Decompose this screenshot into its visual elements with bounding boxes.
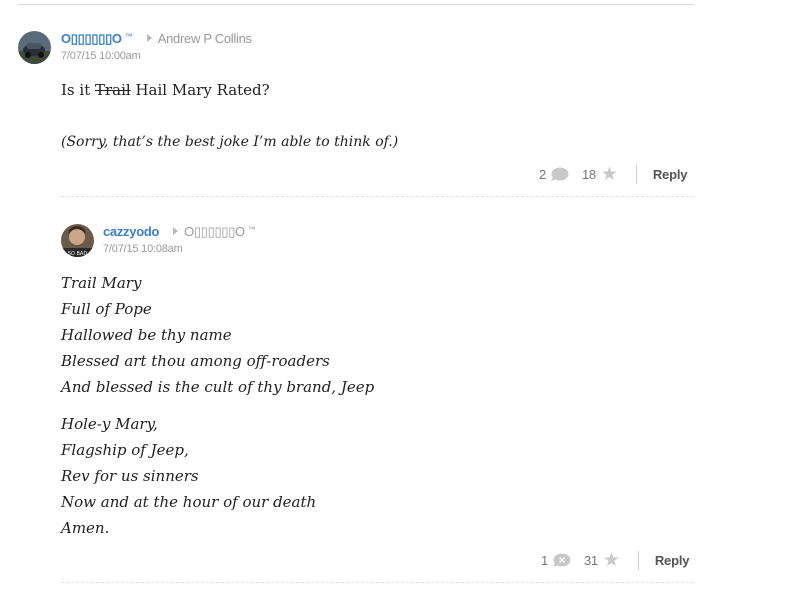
comment-actions: 2 18 ★ Reply bbox=[539, 165, 687, 184]
reply-count: 2 bbox=[539, 167, 546, 182]
timestamp[interactable]: 7/07/15 10:08am bbox=[103, 243, 256, 255]
trademark-mark: ™ bbox=[124, 32, 133, 41]
avatar[interactable]: SO BAD bbox=[61, 224, 94, 257]
poem-line: Hallowed be thy name bbox=[61, 326, 232, 344]
poem-line: Rev for us sinners bbox=[61, 467, 199, 485]
timestamp[interactable]: 7/07/15 10:00am bbox=[61, 50, 252, 62]
reply-arrow-icon bbox=[173, 227, 179, 235]
author-name[interactable]: O▯▯▯▯▯▯O bbox=[61, 31, 122, 46]
comment-actions: 1 31 ★ Reply bbox=[541, 551, 689, 570]
reply-button[interactable]: Reply bbox=[653, 167, 688, 182]
comment-body: Is it Trail Hail Mary Rated? (Sorry, tha… bbox=[61, 81, 398, 150]
star-count: 31 bbox=[583, 553, 598, 568]
body-text: Hail Mary Rated? bbox=[130, 81, 270, 99]
comment-bubble-icon[interactable] bbox=[552, 553, 571, 568]
star-icon[interactable]: ★ bbox=[601, 165, 618, 184]
poem-line: Hole-y Mary, bbox=[61, 415, 158, 433]
poem-stanza-1: Trail Mary Full of Pope Hallowed be thy … bbox=[61, 270, 374, 400]
poem-line: And blessed is the cult of thy brand, Je… bbox=[61, 378, 375, 396]
poem-stanza-2: Hole-y Mary, Flagship of Jeep, Rev for u… bbox=[61, 411, 374, 541]
body-text: Is it bbox=[61, 81, 95, 99]
reply-to-name[interactable]: O▯▯▯▯▯▯O bbox=[184, 224, 245, 239]
comment-body: Trail Mary Full of Pope Hallowed be thy … bbox=[61, 270, 374, 541]
reply-button[interactable]: Reply bbox=[655, 553, 690, 568]
trademark-mark: ™ bbox=[247, 225, 256, 234]
action-separator bbox=[635, 165, 637, 184]
poem-line: Trail Mary bbox=[61, 274, 142, 292]
poem-line: Full of Pope bbox=[61, 300, 152, 318]
comment-bubble-icon[interactable] bbox=[550, 167, 569, 182]
star-count: 18 bbox=[581, 167, 596, 182]
body-note: (Sorry, that’s the best joke I’m able to… bbox=[61, 134, 399, 150]
poem-line: Now and at the hour of our death bbox=[61, 493, 317, 511]
top-divider bbox=[18, 4, 694, 5]
reply-to-name[interactable]: Andrew P Collins bbox=[158, 31, 252, 46]
avatar[interactable] bbox=[18, 31, 51, 64]
reply-arrow-icon bbox=[146, 34, 152, 42]
reply-count: 1 bbox=[541, 553, 548, 568]
struck-text: Trail bbox=[94, 81, 131, 99]
author-name[interactable]: cazzyodo bbox=[103, 224, 159, 239]
comment-divider bbox=[61, 582, 694, 583]
star-icon[interactable]: ★ bbox=[603, 551, 620, 570]
poem-line: Blessed art thou among off-roaders bbox=[61, 352, 330, 370]
svg-text:SO BAD: SO BAD bbox=[68, 251, 88, 257]
poem-line: Amen. bbox=[61, 519, 110, 537]
poem-line: Flagship of Jeep, bbox=[61, 441, 189, 459]
comment-divider bbox=[61, 196, 694, 197]
comment-header: O▯▯▯▯▯▯O ™ Andrew P Collins 7/07/15 10:00a… bbox=[61, 30, 252, 62]
comment-header: cazzyodo O▯▯▯▯▯▯O ™ 7/07/15 10:08am bbox=[103, 223, 256, 255]
action-separator bbox=[637, 551, 639, 570]
